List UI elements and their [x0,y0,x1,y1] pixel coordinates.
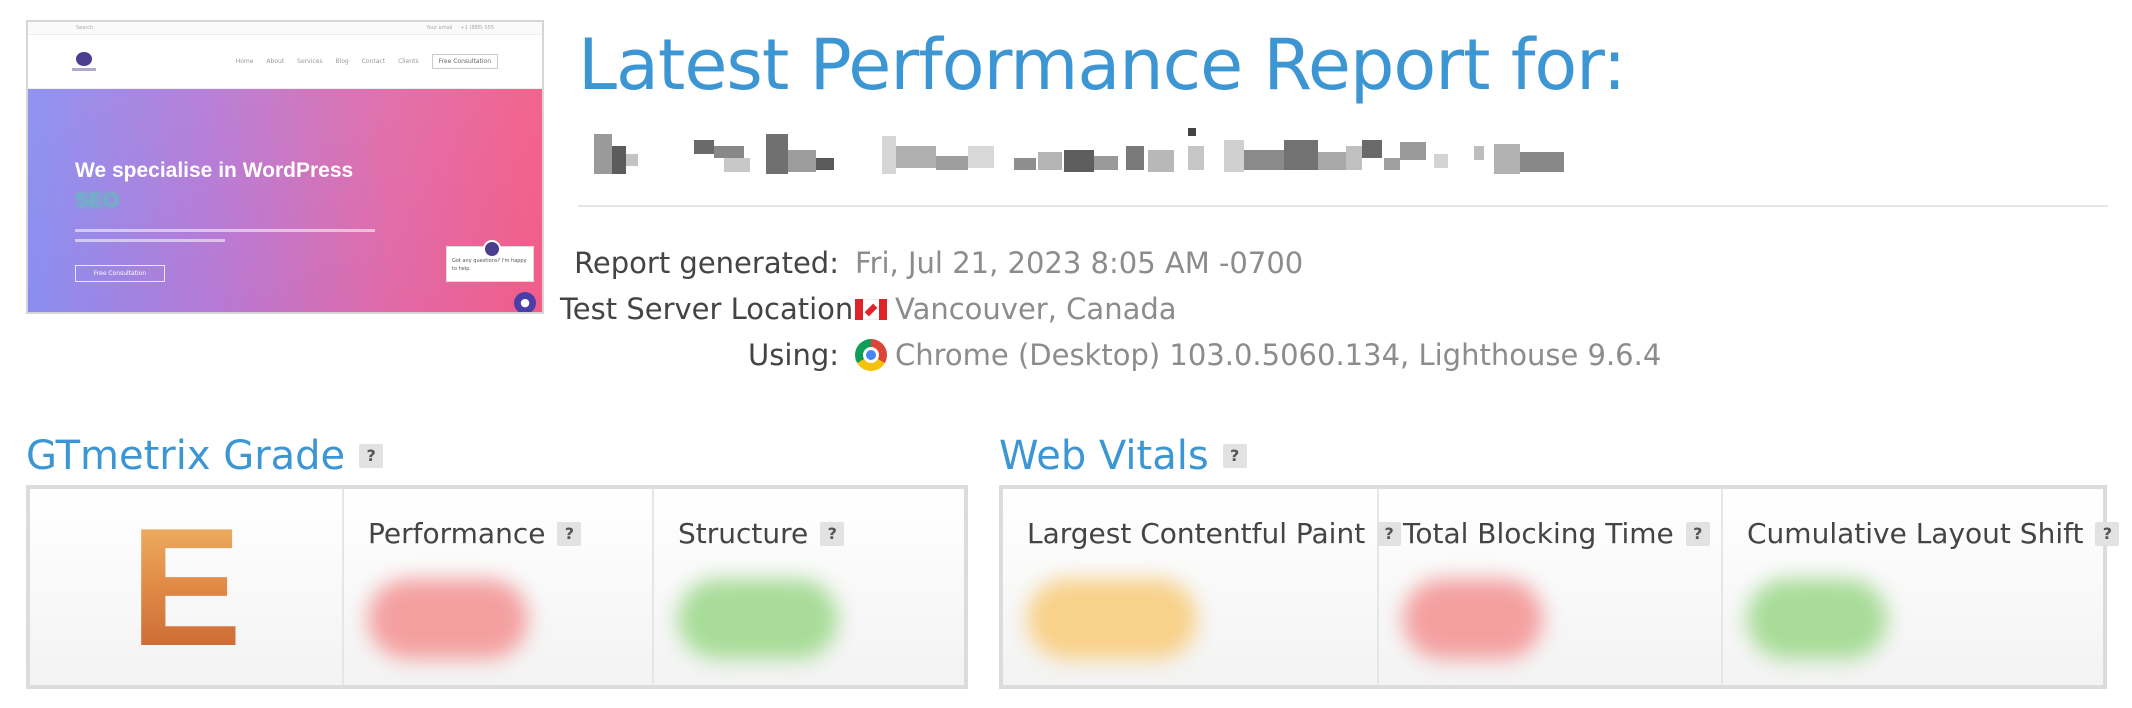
tbt-help-icon[interactable]: ? [1685,521,1710,546]
web-vitals-title: Web Vitals [999,433,1209,479]
performance-cell: Performance ? [344,489,654,685]
site-screenshot-thumbnail: Search Your email +1 (888) 555 Home Abou… [26,20,544,314]
thumbnail-hero-text-line [75,239,225,242]
using-row: Using: Chrome (Desktop) 103.0.5060.134, … [560,332,1661,378]
page-title: Latest Performance Report for: [578,24,1626,106]
cls-label: Cumulative Layout Shift [1747,517,2084,550]
report-generated-label: Report generated: [574,246,839,280]
structure-cell: Structure ? [654,489,964,685]
report-generated-row: Report generated: Fri, Jul 21, 2023 8:05… [560,240,1661,286]
header-divider [578,205,2108,207]
thumbnail-chat-popup: Got any questions? I'm happy to help. [446,240,534,282]
gtmetrix-grade-header: GTmetrix Grade ? [26,433,384,479]
lcp-value-blurred [1027,579,1197,659]
gtmetrix-grade-panel: E Performance ? Structure ? [26,485,968,689]
cls-cell: Cumulative Layout Shift ? [1723,489,2120,685]
thumbnail-hero-text-line [75,229,375,232]
tbt-label: Total Blocking Time [1403,517,1674,550]
location-value: Vancouver, Canada [895,292,1177,326]
web-vitals-panel: Largest Contentful Paint ? Total Blockin… [999,485,2120,689]
structure-help-icon[interactable]: ? [820,521,845,546]
lcp-label: Largest Contentful Paint [1027,517,1366,550]
performance-help-icon[interactable]: ? [557,521,582,546]
report-generated-value: Fri, Jul 21, 2023 8:05 AM -0700 [855,246,1304,280]
thumbnail-phone-text: +1 (888) 555 [460,25,494,31]
thumbnail-email-text: Your email [426,25,453,31]
redacted-url [594,124,1708,180]
thumbnail-search-text: Search [76,25,94,31]
using-label: Using: [748,338,839,372]
grade-cell: E [30,489,344,685]
thumbnail-nav-item: Blog [335,58,349,65]
thumbnail-nav-item: Contact [361,58,386,65]
performance-score-blurred [368,579,528,659]
thumbnail-nav-cta: Free Consultation [431,54,498,69]
thumbnail-hero-heading: We specialise in WordPress [75,159,354,182]
structure-label: Structure [678,517,809,550]
thumbnail-nav-item: Clients [398,58,419,65]
gtmetrix-grade-title: GTmetrix Grade [26,433,346,479]
thumbnail-hero-subheading: SEO [75,189,120,212]
thumbnail-nav-item: Home [235,58,254,65]
tbt-cell: Total Blocking Time ? [1379,489,1723,685]
report-meta: Report generated: Fri, Jul 21, 2023 8:05… [560,240,1661,378]
location-label: Test Server Location: [560,292,864,326]
canada-flag-icon [855,298,887,320]
tbt-value-blurred [1403,579,1543,659]
location-row: Test Server Location: Vancouver, Canada [560,286,1661,332]
structure-score-blurred [678,579,838,659]
lcp-cell: Largest Contentful Paint ? [1003,489,1402,685]
cls-help-icon[interactable]: ? [2095,521,2120,546]
thumbnail-nav: Home About Services Blog Contact Clients… [28,35,542,89]
performance-label: Performance [368,517,546,550]
grade-letter: E [30,489,342,685]
using-value: Chrome (Desktop) 103.0.5060.134, Lightho… [895,338,1662,372]
gtmetrix-grade-help-icon[interactable]: ? [359,444,384,468]
thumbnail-nav-item: Services [297,58,323,65]
chrome-icon [855,339,887,371]
thumbnail-chat-bubble-icon: ● [514,292,536,312]
thumbnail-hero-button: Free Consultation [75,265,165,282]
thumbnail-hero: We specialise in WordPress SEO Free Cons… [28,89,542,312]
thumbnail-nav-item: About [266,58,285,65]
web-vitals-help-icon[interactable]: ? [1222,444,1247,468]
web-vitals-header: Web Vitals ? [999,433,1247,479]
thumbnail-logo-icon [72,50,96,74]
thumbnail-topbar: Search Your email +1 (888) 555 [28,22,542,35]
cls-value-blurred [1747,579,1887,659]
